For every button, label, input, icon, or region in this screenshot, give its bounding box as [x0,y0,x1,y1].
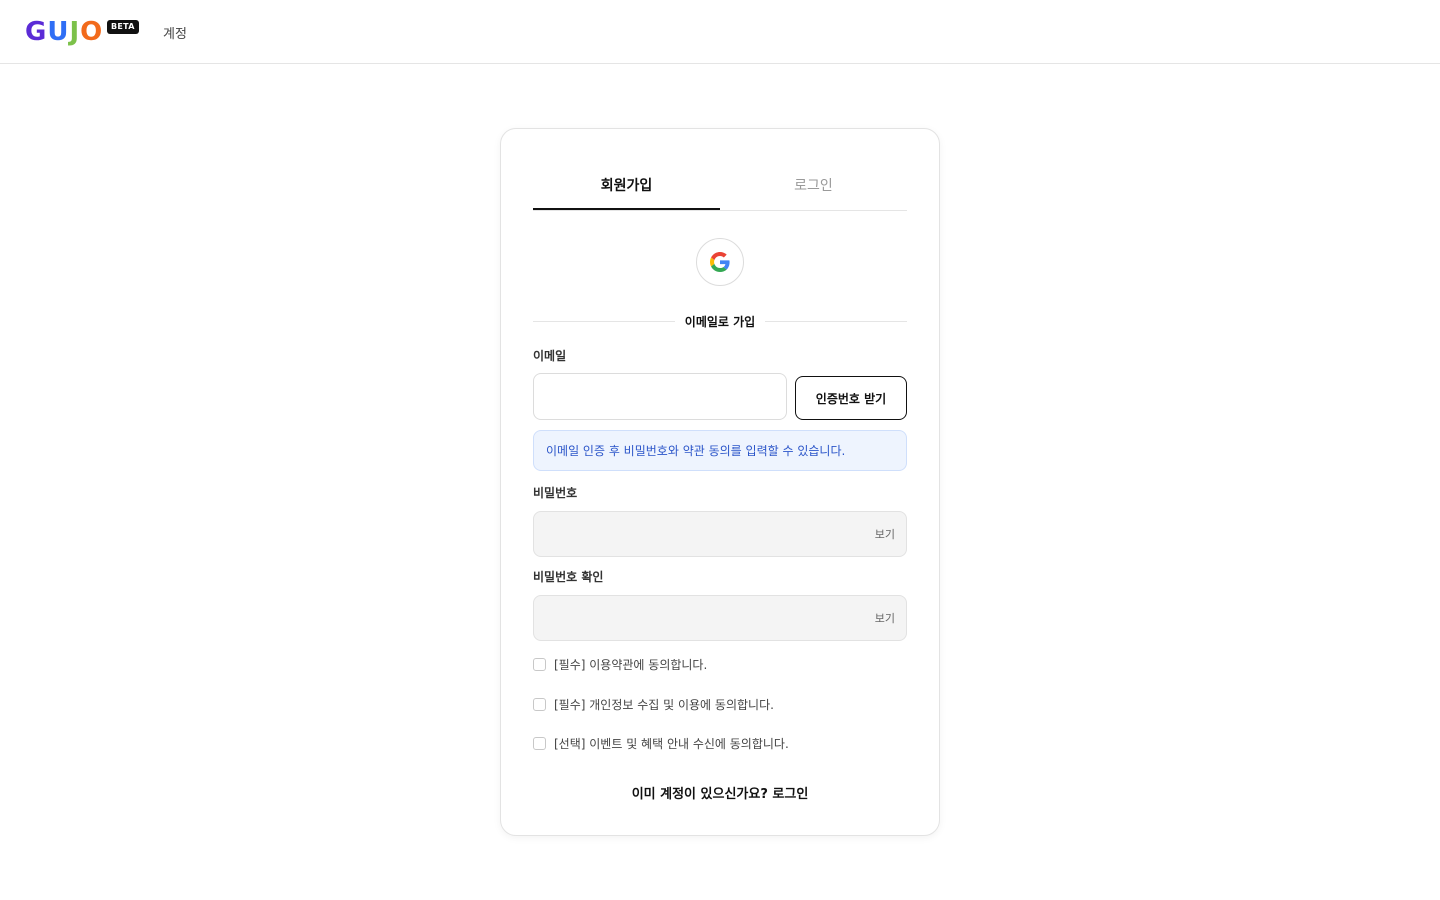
auth-tabs: 회원가입 로그인 [533,169,907,211]
beta-badge: BETA [107,20,139,34]
marketing-checkbox[interactable] [533,737,546,750]
top-navigation-bar: G U J O BETA 계정 [0,0,1440,64]
password-label: 비밀번호 [533,486,578,500]
nav-account-link[interactable]: 계정 [163,23,187,42]
email-label: 이메일 [533,349,567,363]
terms-checkbox[interactable] [533,658,546,671]
gujo-logo[interactable]: G U J O BETA [25,17,139,47]
marketing-label: [선택] 이벤트 및 혜택 안내 수신에 동의합니다. [554,737,789,751]
agreement-marketing: [선택] 이벤트 및 혜택 안내 수신에 동의합니다. [533,735,789,752]
agreement-privacy: [필수] 개인정보 수집 및 이용에 동의합니다. [533,696,774,713]
email-input[interactable] [533,373,787,420]
divider-line-left [533,320,675,322]
privacy-checkbox[interactable] [533,698,546,711]
logo-letter-o: O [80,17,104,47]
tab-login[interactable]: 로그인 [720,169,907,210]
password-confirm-label: 비밀번호 확인 [533,570,604,584]
password-confirm-show-toggle[interactable]: 보기 [875,610,895,626]
google-logo-icon [710,252,730,272]
password-confirm-input[interactable]: 보기 [533,595,907,641]
tab-signup[interactable]: 회원가입 [533,169,720,210]
signup-card: 회원가입 로그인 이메일로 가입 이메일 인증번호 받기 이메일 인증 후 비밀… [500,128,940,836]
divider-label: 이메일로 가입 [684,314,756,329]
divider-line-right [765,320,908,322]
email-signup-divider: 이메일로 가입 [533,311,908,331]
request-code-button[interactable]: 인증번호 받기 [795,376,907,420]
logo-letter-g: G [25,17,48,47]
logo-letter-u: U [47,17,70,47]
info-message: 이메일 인증 후 비밀번호와 약관 동의를 입력할 수 있습니다. [533,430,907,471]
privacy-label: [필수] 개인정보 수집 및 이용에 동의합니다. [554,698,774,712]
google-signin-button[interactable] [696,238,744,286]
password-input[interactable]: 보기 [533,511,907,557]
password-show-toggle[interactable]: 보기 [875,526,895,542]
terms-label: [필수] 이용약관에 동의합니다. [554,658,708,672]
agreement-terms: [필수] 이용약관에 동의합니다. [533,656,707,673]
logo-letter-j: J [69,17,81,47]
login-link[interactable]: 이미 계정이 있으신가요? 로그인 [501,783,939,802]
